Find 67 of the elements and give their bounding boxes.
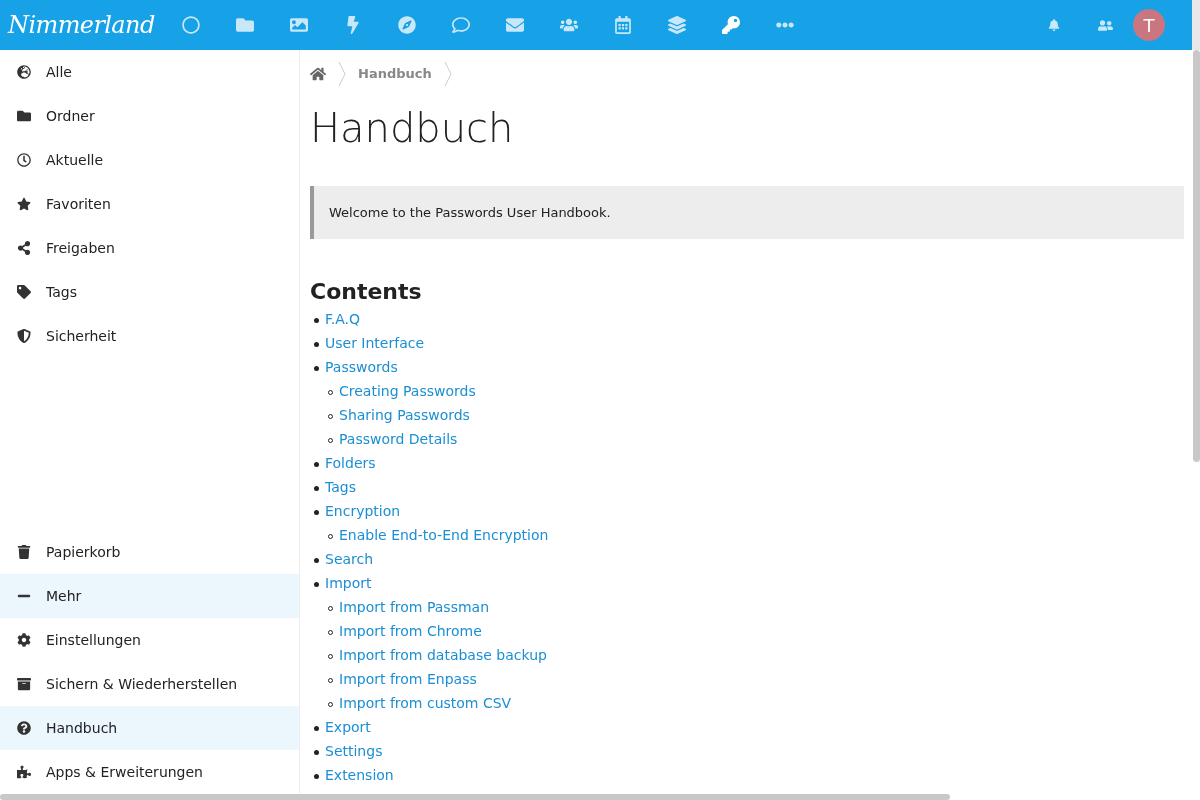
tag-icon [17, 285, 31, 299]
notifications-icon[interactable] [1048, 19, 1060, 31]
contents-link[interactable]: Import [325, 575, 372, 591]
bullet-icon [314, 581, 319, 587]
bullet-icon [314, 509, 319, 515]
trash-icon [17, 545, 31, 559]
contents-link[interactable]: Search [325, 551, 374, 567]
sidebar-item[interactable]: Papierkorb [0, 530, 299, 574]
chevron-icon [338, 61, 346, 87]
settings-icon [17, 633, 31, 647]
contents-link[interactable]: Creating Passwords [339, 383, 476, 399]
contents-link[interactable]: User Interface [325, 335, 425, 351]
bullet-icon [314, 725, 319, 731]
sidebar-item[interactable]: Einstellungen [0, 618, 299, 662]
page-title: Handbuch [310, 104, 515, 153]
archive-icon [17, 677, 31, 691]
bullet-icon [314, 461, 319, 467]
sidebar-item[interactable]: Ordner [0, 94, 299, 138]
bullet-icon [314, 557, 319, 563]
contents-link[interactable]: Import from Chrome [339, 623, 482, 639]
bullet-icon [314, 485, 319, 491]
clock-icon [17, 153, 31, 167]
contents-link[interactable]: Import from Enpass [339, 671, 477, 687]
sidebar-item[interactable]: Apps & Erweiterungen [0, 750, 299, 794]
contents-link[interactable]: F.A.Q [325, 311, 361, 327]
share-icon [17, 241, 31, 255]
sidebar-item[interactable]: Handbuch [0, 706, 299, 750]
bullet-icon [314, 773, 319, 779]
bullet-icon [314, 749, 319, 755]
sidebar-item[interactable]: Mehr [0, 574, 299, 618]
contents-link[interactable]: Import from custom CSV [339, 695, 512, 711]
contents-link[interactable]: Folders [325, 455, 376, 471]
notice: Welcome to the Passwords User Handbook. [310, 186, 1184, 239]
contents-link[interactable]: Sharing Passwords [339, 407, 470, 423]
globe-icon [17, 65, 31, 79]
contents-link[interactable]: Passwords [325, 359, 398, 375]
avatar[interactable]: T [1133, 9, 1165, 41]
sidebar-item[interactable]: Favoriten [0, 182, 299, 226]
shield-icon [17, 329, 31, 343]
star-icon [17, 197, 31, 211]
bullet-icon [314, 365, 319, 371]
home-icon[interactable] [310, 66, 326, 82]
contents-link[interactable]: Extension [325, 767, 394, 783]
chevron-icon [443, 61, 452, 87]
sidebar-item[interactable]: Sicherheit [0, 314, 299, 358]
sidebar-item[interactable]: Sichern & Wiederherstellen [0, 662, 299, 706]
contents-link[interactable]: Enable End-to-End Encryption [339, 527, 549, 543]
contents-link[interactable]: Export [325, 719, 371, 735]
sidebar-item[interactable]: Tags [0, 270, 299, 314]
sidebar-item[interactable]: Alle [0, 50, 299, 94]
contents-link[interactable]: Import from Passman [339, 599, 489, 615]
question-icon [17, 721, 31, 735]
folder-icon [17, 109, 31, 123]
puzzle-icon [17, 765, 31, 779]
contacts-icon[interactable] [1098, 17, 1113, 33]
breadcrumb-link[interactable]: Handbuch [358, 64, 432, 84]
logo: Nimmerland [6, 10, 156, 41]
contents-link[interactable]: Import from database backup [339, 647, 547, 663]
bullet-icon [314, 317, 319, 323]
sidebar-item[interactable]: Freigaben [0, 226, 299, 270]
bullet-icon [314, 341, 319, 347]
sidebar-item[interactable]: Aktuelle [0, 138, 299, 182]
contents-link[interactable]: Password Details [339, 431, 458, 447]
contents-link[interactable]: Tags [325, 479, 356, 495]
contents-link[interactable]: Encryption [325, 503, 401, 519]
contents-heading: Contents [310, 278, 423, 306]
contents-link[interactable]: Settings [325, 743, 383, 759]
